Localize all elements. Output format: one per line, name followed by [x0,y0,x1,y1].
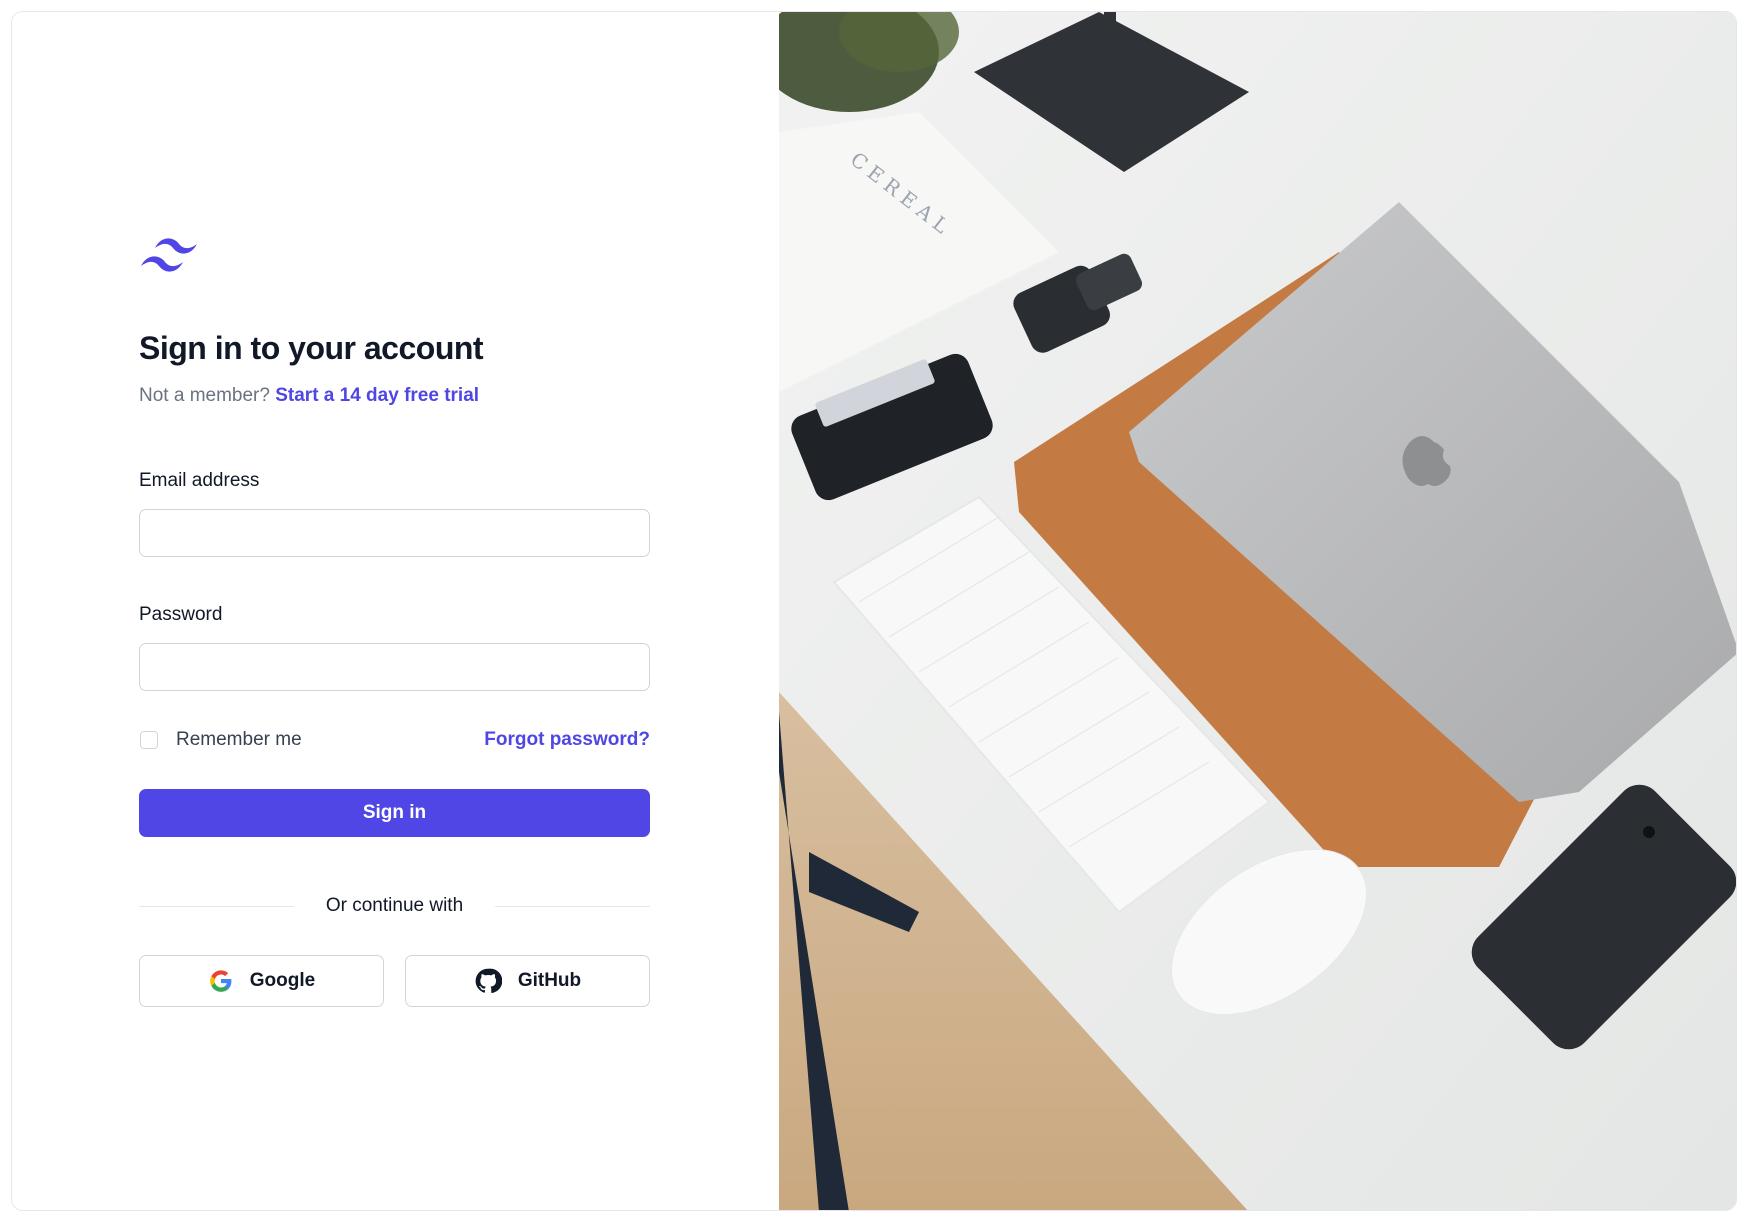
remember-me-checkbox[interactable] [140,731,158,749]
password-field[interactable] [139,643,650,691]
app-frame: Sign in to your account Not a member? St… [11,11,1737,1211]
free-trial-link[interactable]: Start a 14 day free trial [275,385,479,406]
desk-workspace-photo: CEREAL [779,12,1736,1210]
tailwind-logo-icon [141,238,197,272]
social-buttons: Google GitHub [139,955,650,1007]
signup-prompt: Not a member? Start a 14 day free trial [139,383,650,409]
google-icon [209,970,232,992]
forgot-password-link[interactable]: Forgot password? [484,729,650,751]
github-icon [475,968,502,994]
google-label: Google [249,970,316,991]
password-label: Password [139,604,223,625]
remember-me: Remember me [139,729,302,751]
github-sign-in-button[interactable]: GitHub [405,955,650,1007]
email-field[interactable] [139,509,650,557]
hero-image: CEREAL [779,12,1736,1210]
social-divider: Or continue with [139,893,651,919]
page-title: Sign in to your account [139,330,484,366]
sign-in-form: Sign in to your account Not a member? St… [139,232,651,1007]
remember-me-label: Remember me [176,729,302,750]
divider-line-right [495,905,651,907]
sign-in-button[interactable]: Sign in [139,789,650,837]
remember-forgot-row: Remember me Forgot password? [139,727,650,753]
email-label: Email address [139,470,260,491]
github-label: GitHub [517,970,582,991]
signup-prompt-text: Not a member? [139,385,270,406]
divider-text: Or continue with [325,895,464,916]
divider-line-left [139,905,294,907]
google-sign-in-button[interactable]: Google [139,955,384,1007]
sign-in-panel: Sign in to your account Not a member? St… [12,12,779,1210]
